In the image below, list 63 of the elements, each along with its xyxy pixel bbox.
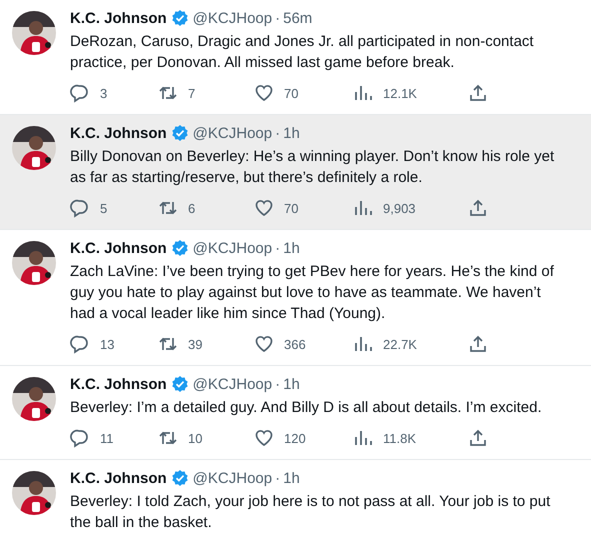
bar-chart-icon bbox=[353, 334, 373, 354]
share-icon[interactable] bbox=[468, 198, 488, 218]
tweet-text: Beverley: I told Zach, your job here is to not pass at all. Your job is to put the ball in the basket. bbox=[70, 492, 552, 533]
handle[interactable]: @KCJHoop bbox=[192, 470, 272, 486]
retweet-button[interactable]: 39 bbox=[158, 334, 202, 354]
heart-icon bbox=[254, 428, 274, 448]
timestamp[interactable]: 1h bbox=[283, 240, 300, 256]
verified-badge-icon bbox=[170, 124, 189, 142]
heart-icon bbox=[254, 334, 274, 354]
tweet-text: DeRozan, Caruso, Dragic and Jones Jr. all participated in non-contact practice, per Donovan. All missed last game before break. bbox=[70, 32, 535, 73]
views-count[interactable]: 11.8K bbox=[353, 428, 416, 448]
replie-button[interactable]: 13 bbox=[70, 334, 114, 354]
timestamp[interactable]: 1h bbox=[283, 376, 300, 392]
separator-dot: · bbox=[275, 470, 280, 486]
like-button[interactable]: 70 bbox=[254, 83, 298, 103]
reply-icon bbox=[70, 83, 90, 103]
tweet-text: Zach LaVine: I’ve been trying to get PBev here for years. He’s the kind of guy you hate to play against but love to have as teammate. We haven’t had a vocal leader like him since Thad (Young). bbox=[70, 262, 555, 324]
verified-badge-icon bbox=[170, 239, 189, 257]
views-count[interactable]: 9,903 bbox=[353, 198, 416, 218]
replie-button[interactable]: 11 bbox=[70, 428, 114, 448]
views-count[interactable]: 22.7K bbox=[353, 334, 417, 354]
bar-chart-icon bbox=[353, 428, 373, 448]
retweet-button[interactable]: 7 bbox=[158, 83, 196, 103]
replie-button[interactable]: 3 bbox=[70, 83, 108, 103]
share-icon[interactable] bbox=[468, 428, 488, 448]
author-name[interactable]: K.C. Johnson bbox=[70, 124, 167, 142]
timestamp[interactable]: 56m bbox=[283, 10, 312, 26]
timestamp[interactable]: 1h bbox=[283, 470, 300, 486]
timestamp[interactable]: 1h bbox=[283, 124, 300, 142]
separator-dot: · bbox=[275, 376, 280, 392]
handle[interactable]: @KCJHoop bbox=[192, 124, 272, 142]
verified-badge-icon bbox=[170, 469, 189, 487]
heart-icon bbox=[254, 83, 274, 103]
share-icon[interactable] bbox=[468, 334, 488, 354]
author-name[interactable]: K.C. Johnson bbox=[70, 470, 167, 486]
reply-icon bbox=[70, 428, 90, 448]
separator-dot: · bbox=[275, 124, 280, 142]
tweet-text: Billy Donovan on Beverley: He’s a winning player. Don’t know his role yet as far as starting/reserve, but there’s definitely a role. bbox=[70, 147, 556, 188]
handle[interactable]: @KCJHoop bbox=[192, 10, 272, 26]
reply-icon bbox=[70, 198, 90, 218]
like-button[interactable]: 70 bbox=[254, 198, 298, 218]
bar-chart-icon bbox=[353, 198, 373, 218]
like-button[interactable]: 366 bbox=[254, 334, 306, 354]
reply-icon bbox=[70, 334, 90, 354]
retweet-button[interactable]: 6 bbox=[158, 198, 196, 218]
like-button[interactable]: 120 bbox=[254, 428, 306, 448]
author-name[interactable]: K.C. Johnson bbox=[70, 10, 167, 26]
views-count[interactable]: 12.1K bbox=[353, 83, 417, 103]
retweet-button[interactable]: 10 bbox=[158, 428, 202, 448]
separator-dot: · bbox=[275, 240, 280, 256]
tweet-text: Beverley: I’m a detailed guy. And Billy D is all about details. I’m excited. bbox=[70, 398, 543, 418]
author-name[interactable]: K.C. Johnson bbox=[70, 240, 167, 256]
bar-chart-icon bbox=[353, 83, 373, 103]
replie-button[interactable]: 5 bbox=[70, 198, 108, 218]
verified-badge-icon bbox=[170, 375, 189, 393]
heart-icon bbox=[254, 198, 274, 218]
separator-dot: · bbox=[275, 10, 280, 26]
handle[interactable]: @KCJHoop bbox=[192, 376, 272, 392]
verified-badge-icon bbox=[170, 9, 189, 27]
share-icon[interactable] bbox=[468, 83, 488, 103]
author-name[interactable]: K.C. Johnson bbox=[70, 376, 167, 392]
tweet-card[interactable]: K.C. Johnson @KCJHoop · 1h Billy Donovan on Beverley: He’s a winning player. Don’t know his role yet as far as starting/reserve, but there’s definitely a role. 5 6 70 9,903 bbox=[0, 115, 591, 230]
handle[interactable]: @KCJHoop bbox=[192, 240, 272, 256]
